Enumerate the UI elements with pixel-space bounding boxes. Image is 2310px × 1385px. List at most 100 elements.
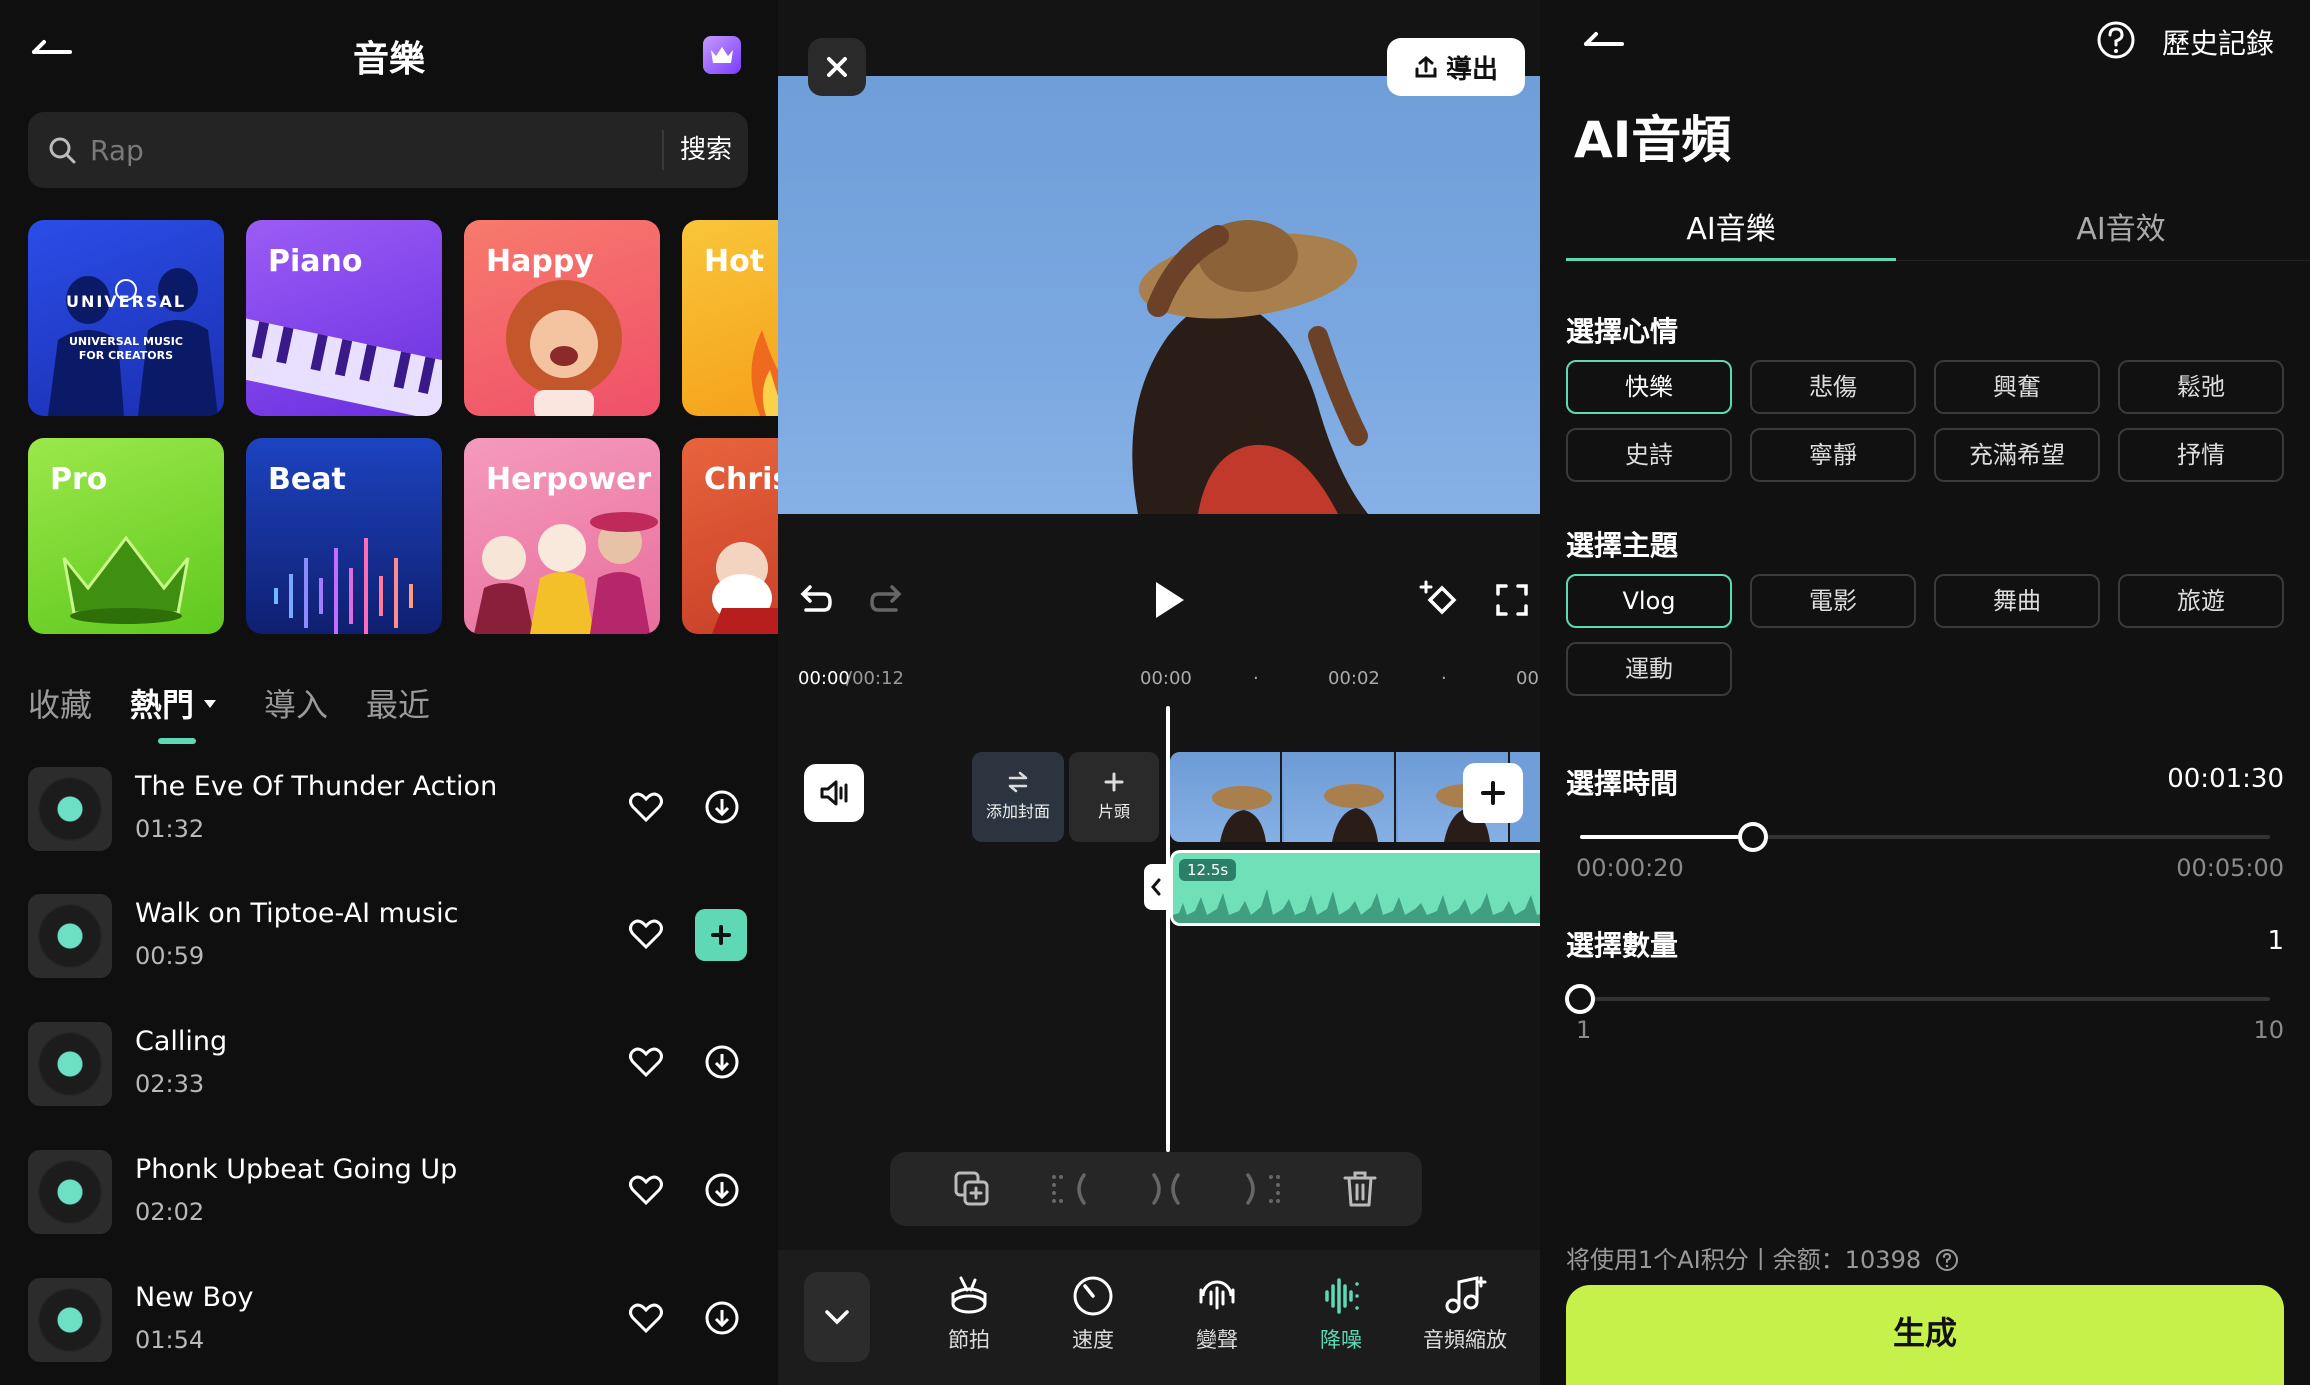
- trash-icon[interactable]: [1340, 1169, 1380, 1209]
- video-frame-art: [1132, 220, 1368, 514]
- download-icon[interactable]: [704, 1172, 740, 1208]
- song-duration: 00:59: [135, 942, 205, 970]
- heart-icon[interactable]: [628, 1172, 664, 1208]
- history-button[interactable]: 歷史記錄: [2162, 22, 2274, 62]
- play-icon[interactable]: [1148, 578, 1188, 622]
- list-item[interactable]: New Boy 01:54: [28, 1278, 748, 1368]
- page-title: 音樂: [352, 39, 425, 80]
- upload-icon: [1415, 56, 1437, 78]
- tile-universal[interactable]: UNIVERSAL UNIVERSAL MUSIC FOR CREATORS: [28, 220, 224, 416]
- theme-chip[interactable]: 運動: [1566, 642, 1732, 696]
- mood-chip[interactable]: 抒情: [2118, 428, 2284, 482]
- tile-hot[interactable]: Hot: [682, 220, 778, 416]
- tile-pro[interactable]: Pro: [28, 438, 224, 634]
- tab-hot[interactable]: 熱門: [130, 680, 216, 726]
- count-slider-knob[interactable]: [1565, 984, 1595, 1014]
- add-clip-button[interactable]: [1463, 763, 1523, 823]
- generate-button[interactable]: 生成: [1566, 1285, 2284, 1385]
- duplicate-icon[interactable]: [952, 1169, 992, 1209]
- split-icon[interactable]: [1146, 1169, 1186, 1209]
- audio-track[interactable]: 12.5s: [1170, 850, 1540, 926]
- search-button[interactable]: 搜索: [664, 112, 748, 188]
- tile-beat[interactable]: Beat: [246, 438, 442, 634]
- tool-denoise-label: 降噪: [1320, 1328, 1362, 1352]
- tile-label: Pro: [50, 462, 108, 497]
- record-icon: [28, 1278, 112, 1362]
- mood-chip[interactable]: 興奮: [1934, 360, 2100, 414]
- quota-info: 将使用1个AI积分丨余额：10398: [1566, 1240, 1959, 1275]
- time-value: 00:01:30: [2167, 764, 2284, 794]
- mute-button[interactable]: [804, 764, 864, 822]
- tab-ai-music[interactable]: AI音樂: [1566, 204, 1896, 248]
- time-slider-knob[interactable]: [1737, 822, 1768, 852]
- tile-label: Beat: [268, 462, 346, 497]
- plus-icon: [1481, 781, 1505, 805]
- list-item[interactable]: Calling 02:33: [28, 1022, 748, 1112]
- tab-import[interactable]: 導入: [264, 680, 328, 726]
- add-music-button[interactable]: [695, 909, 747, 961]
- fullscreen-icon[interactable]: [1494, 582, 1530, 618]
- crown-icon[interactable]: [703, 36, 741, 74]
- mood-chip[interactable]: 史詩: [1566, 428, 1732, 482]
- playhead[interactable]: [1166, 706, 1170, 1152]
- keyframe-icon[interactable]: [1418, 578, 1462, 622]
- video-preview[interactable]: [778, 76, 1540, 514]
- theme-chip[interactable]: 舞曲: [1934, 574, 2100, 628]
- theme-chip[interactable]: 電影: [1750, 574, 1916, 628]
- tile-herpower[interactable]: Herpower: [464, 438, 660, 634]
- redo-icon[interactable]: [868, 580, 908, 620]
- page-title: AI音頻: [1574, 111, 1732, 169]
- download-icon[interactable]: [704, 1044, 740, 1080]
- tab-recent[interactable]: 最近: [366, 680, 430, 726]
- mood-chip[interactable]: 快樂: [1566, 360, 1732, 414]
- theme-section-label: 選擇主題: [1566, 529, 1679, 562]
- list-item[interactable]: The Eve Of Thunder Action 01:32: [28, 767, 748, 857]
- total-time: /00:12: [846, 668, 904, 689]
- trim-end-icon[interactable]: [1242, 1169, 1282, 1209]
- tab-favorites[interactable]: 收藏: [28, 680, 92, 726]
- count-value: 1: [2267, 926, 2284, 956]
- theme-chip[interactable]: Vlog: [1566, 574, 1732, 628]
- add-cover-button[interactable]: 添加封面: [972, 752, 1064, 842]
- list-item[interactable]: Walk on Tiptoe-AI music 00:59: [28, 894, 748, 984]
- tool-speed[interactable]: 速度: [1043, 1274, 1143, 1354]
- collapse-button[interactable]: [804, 1272, 870, 1362]
- count-slider-track[interactable]: [1580, 997, 2270, 1001]
- download-icon[interactable]: [704, 1300, 740, 1336]
- tile-happy[interactable]: Happy: [464, 220, 660, 416]
- mood-chip[interactable]: 充滿希望: [1934, 428, 2100, 482]
- mood-chip[interactable]: 寧靜: [1750, 428, 1916, 482]
- heart-icon[interactable]: [628, 1300, 664, 1336]
- tile-piano[interactable]: Piano: [246, 220, 442, 416]
- tool-audio-scale[interactable]: 音頻縮放: [1415, 1274, 1515, 1354]
- help-icon[interactable]: [1935, 1248, 1959, 1272]
- tab-hot-label: 熱門: [130, 686, 195, 724]
- audio-trim-handle[interactable]: [1144, 864, 1168, 910]
- ruler-dot: ·: [1441, 668, 1447, 689]
- tool-beat[interactable]: 節拍: [919, 1274, 1019, 1354]
- intro-button[interactable]: 片頭: [1069, 752, 1159, 842]
- tool-denoise[interactable]: 降噪: [1291, 1274, 1391, 1354]
- help-icon[interactable]: [2096, 20, 2136, 60]
- close-button[interactable]: [808, 38, 866, 96]
- time-slider-fill: [1580, 835, 1753, 839]
- intro-label: 片頭: [1097, 802, 1130, 821]
- tile-christmas[interactable]: Chris: [682, 438, 778, 634]
- count-section-label: 選擇數量: [1566, 929, 1679, 962]
- export-button[interactable]: 導出: [1387, 38, 1525, 96]
- heart-icon[interactable]: [628, 916, 664, 952]
- search-input[interactable]: [90, 130, 650, 170]
- trim-start-icon[interactable]: [1050, 1169, 1090, 1209]
- chevron-left-icon: [1151, 878, 1161, 896]
- download-icon[interactable]: [704, 789, 740, 825]
- mood-chip[interactable]: 鬆弛: [2118, 360, 2284, 414]
- heart-icon[interactable]: [628, 789, 664, 825]
- tab-ai-sfx[interactable]: AI音效: [1956, 204, 2286, 248]
- list-item[interactable]: Phonk Upbeat Going Up 02:02: [28, 1150, 748, 1240]
- undo-icon[interactable]: [794, 580, 834, 620]
- back-arrow-icon[interactable]: [1582, 26, 1630, 60]
- heart-icon[interactable]: [628, 1044, 664, 1080]
- theme-chip[interactable]: 旅遊: [2118, 574, 2284, 628]
- tool-voice-change[interactable]: 變聲: [1167, 1274, 1267, 1354]
- mood-chip[interactable]: 悲傷: [1750, 360, 1916, 414]
